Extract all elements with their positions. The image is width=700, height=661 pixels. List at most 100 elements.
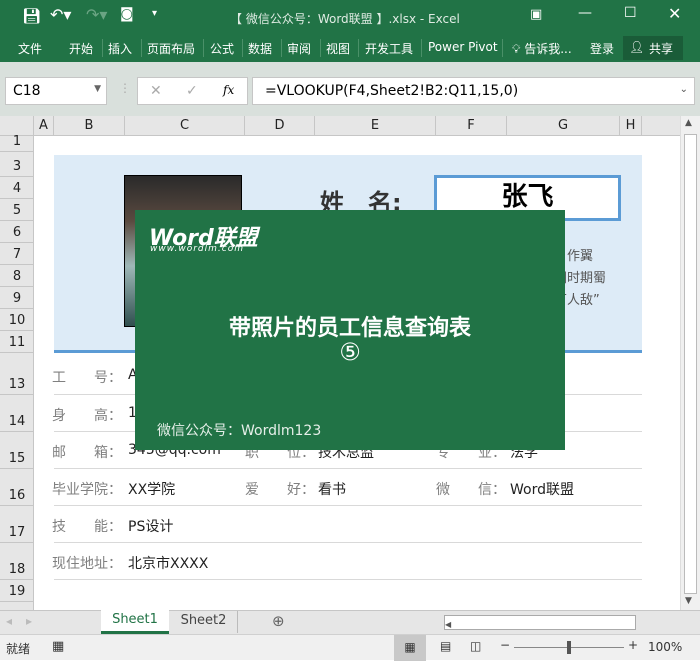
column-header[interactable]: A <box>34 116 54 136</box>
column-header[interactable]: F <box>436 116 507 136</box>
field-value[interactable]: XX学院 <box>128 479 175 499</box>
row-divider <box>54 468 642 469</box>
field-label: 毕业学院： <box>52 482 122 498</box>
normal-view-icon[interactable]: ▦ <box>394 635 426 661</box>
tab-developer[interactable]: 开发工具 <box>365 40 413 57</box>
row-header[interactable]: 5 <box>0 199 34 221</box>
sheet-tab-sheet2[interactable]: Sheet2 <box>170 611 238 633</box>
name-box[interactable]: C18 ▼ <box>5 77 107 105</box>
camera-icon[interactable]: ◙ <box>120 6 134 22</box>
ribbon-tabs: 文件 开始 插入 页面布局 公式 数据 审阅 视图 开发工具 Power Piv… <box>0 34 700 62</box>
row-header[interactable]: 15 <box>0 432 34 469</box>
zoom-out-button[interactable]: − <box>500 638 510 652</box>
column-header[interactable]: D <box>245 116 315 136</box>
tab-view[interactable]: 视图 <box>326 40 350 57</box>
formula-bar-area: C18 ▼ ⋮ ✕ ✓ fx =VLOOKUP(F4,Sheet2!B2:Q11… <box>0 62 700 116</box>
row-header[interactable]: 13 <box>0 357 34 395</box>
field-value[interactable]: Word联盟 <box>510 479 574 499</box>
undo-icon[interactable]: ↶▾ <box>50 5 71 24</box>
field-label: 邮 箱： <box>52 445 122 461</box>
select-all-corner[interactable] <box>0 116 34 136</box>
scroll-down-icon[interactable]: ▼ <box>685 596 692 606</box>
vertical-scrollbar[interactable]: ▲ ▼ <box>680 116 700 610</box>
tell-me-box[interactable]: 💡︎ 告诉我... <box>512 40 572 57</box>
cancel-icon[interactable]: ✕ <box>150 83 162 99</box>
field-value[interactable]: PS设计 <box>128 516 173 536</box>
column-header[interactable]: C <box>125 116 245 136</box>
field-label: 工 号： <box>52 370 122 386</box>
row-header[interactable]: 10 <box>0 309 34 331</box>
minimize-button[interactable]: — <box>578 5 592 21</box>
formula-input[interactable]: =VLOOKUP(F4,Sheet2!B2:Q11,15,0) ⌄ <box>252 77 695 105</box>
row-header[interactable]: 16 <box>0 469 34 506</box>
column-headers: A B C D E F G H <box>0 116 680 136</box>
tab-power-pivot[interactable]: Power Pivot <box>428 40 498 54</box>
more-options-icon[interactable]: ⋮ <box>119 81 131 95</box>
column-header[interactable]: H <box>620 116 642 136</box>
customize-toolbar-icon[interactable]: ▾ <box>152 8 157 19</box>
column-header[interactable]: B <box>54 116 125 136</box>
row-header[interactable]: 3 <box>0 155 34 177</box>
tell-me-label: 告诉我... <box>524 42 572 56</box>
scroll-left-icon[interactable]: ◀ <box>445 620 451 629</box>
tab-insert[interactable]: 插入 <box>108 40 132 57</box>
row-header[interactable]: 11 <box>0 331 34 353</box>
add-sheet-icon[interactable]: ⊕ <box>272 612 285 630</box>
sheet-tab-sheet1[interactable]: Sheet1 <box>101 610 169 634</box>
scroll-up-icon[interactable]: ▲ <box>685 118 692 128</box>
status-ready: 就绪 <box>6 642 31 656</box>
row-header[interactable]: 9 <box>0 287 34 309</box>
macro-record-icon[interactable]: ▦ <box>52 639 64 654</box>
redo-icon[interactable]: ↷▾ <box>86 5 107 24</box>
row-header[interactable]: 17 <box>0 506 34 543</box>
row-header[interactable]: 14 <box>0 395 34 432</box>
share-button[interactable]: 👤︎ 共享 <box>623 36 683 60</box>
row-header[interactable]: 7 <box>0 243 34 265</box>
formula-text: =VLOOKUP(F4,Sheet2!B2:Q11,15,0) <box>265 83 519 99</box>
row-header[interactable]: 1 <box>0 134 34 152</box>
tab-file[interactable]: 文件 <box>18 40 42 57</box>
zoom-in-button[interactable]: + <box>628 638 638 652</box>
row-header[interactable]: 19 <box>0 580 34 602</box>
page-layout-view-icon[interactable]: ▤ <box>440 639 451 653</box>
field-label: 身 高： <box>52 408 122 424</box>
column-header[interactable]: G <box>507 116 620 136</box>
zoom-slider-thumb[interactable] <box>567 641 571 654</box>
enter-icon[interactable]: ✓ <box>186 83 198 99</box>
close-button[interactable]: ✕ <box>668 4 681 23</box>
tab-formulas[interactable]: 公式 <box>210 40 234 57</box>
window-title: 【 微信公众号：Word联盟 】.xlsx - Excel <box>230 12 460 26</box>
field-label: 现住地址： <box>52 556 122 572</box>
tab-home[interactable]: 开始 <box>69 40 93 57</box>
zoom-level[interactable]: 100% <box>648 640 682 654</box>
overlay-footer: 微信公众号：Wordlm123 <box>157 423 322 439</box>
row-header[interactable]: 18 <box>0 543 34 580</box>
field-value[interactable]: 看书 <box>318 479 346 499</box>
column-header[interactable]: E <box>315 116 436 136</box>
row-divider <box>54 542 642 543</box>
next-sheet-icon[interactable]: ▸ <box>26 614 32 628</box>
logo-url: www.wordlm.com <box>150 244 244 254</box>
field-value[interactable]: 北京市XXXX <box>128 553 208 573</box>
save-icon[interactable]: 💾︎ <box>22 7 41 25</box>
chevron-down-icon[interactable]: ▼ <box>94 84 101 94</box>
prev-sheet-icon[interactable]: ◂ <box>6 614 12 628</box>
maximize-button[interactable]: ☐ <box>624 5 637 21</box>
page-break-view-icon[interactable]: ◫ <box>470 639 481 653</box>
sign-in-link[interactable]: 登录 <box>590 40 614 57</box>
expand-formula-icon[interactable]: ⌄ <box>680 84 688 95</box>
row-divider <box>54 505 642 506</box>
row-divider <box>54 579 642 580</box>
tab-review[interactable]: 审阅 <box>287 40 311 57</box>
tab-data[interactable]: 数据 <box>248 40 272 57</box>
ribbon-display-icon[interactable]: ▣ <box>530 7 542 22</box>
insert-function-icon[interactable]: fx <box>223 83 234 97</box>
row-header[interactable]: 8 <box>0 265 34 287</box>
scroll-thumb[interactable] <box>684 134 697 594</box>
row-header[interactable]: 4 <box>0 177 34 199</box>
lightbulb-icon: 💡︎ <box>512 42 521 56</box>
horizontal-scrollbar[interactable]: ◀ <box>444 615 636 630</box>
sheet-tab-bar: ◂ ▸ Sheet1 Sheet2 ⊕ ◀ <box>0 610 700 634</box>
row-header[interactable]: 6 <box>0 221 34 243</box>
tab-page-layout[interactable]: 页面布局 <box>147 40 195 57</box>
